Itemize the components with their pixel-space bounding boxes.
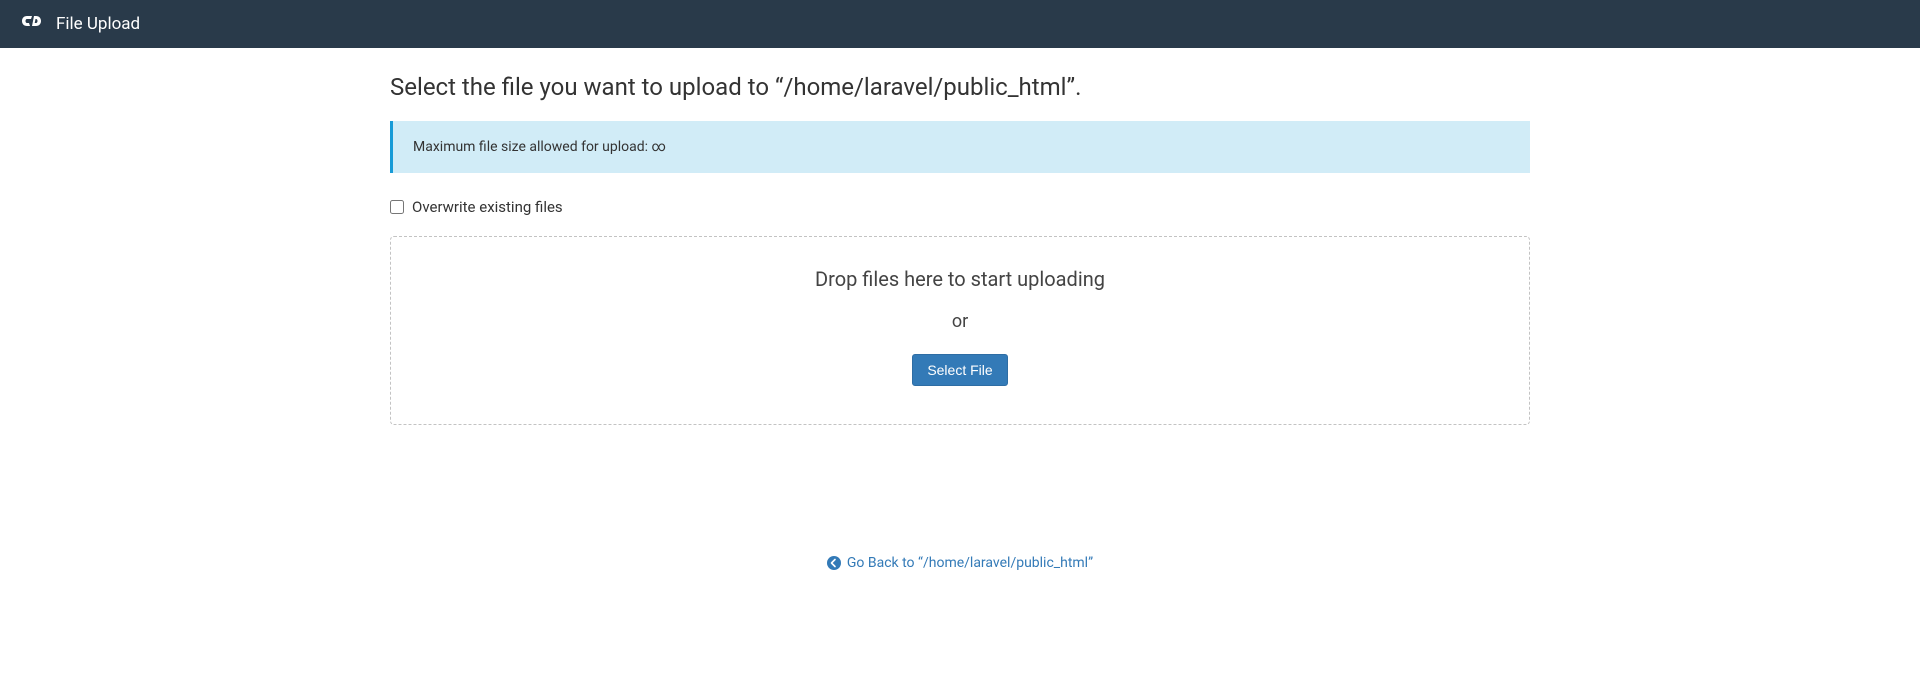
go-back-row: Go Back to “/home/laravel/public_html”: [390, 555, 1530, 574]
dropzone-text: Drop files here to start uploading: [411, 267, 1509, 291]
info-callout: Maximum file size allowed for upload: ∞: [390, 121, 1530, 173]
overwrite-label[interactable]: Overwrite existing files: [412, 198, 563, 216]
select-file-button[interactable]: Select File: [912, 354, 1007, 386]
overwrite-row: Overwrite existing files: [390, 198, 1530, 216]
go-back-link[interactable]: Go Back to “/home/laravel/public_html”: [827, 555, 1093, 571]
page-heading: Select the file you want to upload to “/…: [390, 73, 1530, 101]
dropzone-or: or: [411, 311, 1509, 332]
arrow-left-circle-icon: [827, 556, 841, 570]
cpanel-logo-icon: [20, 13, 46, 35]
info-message: Maximum file size allowed for upload: ∞: [413, 139, 666, 155]
file-dropzone[interactable]: Drop files here to start uploading or Se…: [390, 236, 1530, 425]
overwrite-checkbox[interactable]: [390, 200, 404, 214]
go-back-text: Go Back to “/home/laravel/public_html”: [847, 555, 1093, 571]
header-title: File Upload: [56, 14, 140, 34]
main-container: Select the file you want to upload to “/…: [375, 73, 1545, 574]
app-header: File Upload: [0, 0, 1920, 48]
